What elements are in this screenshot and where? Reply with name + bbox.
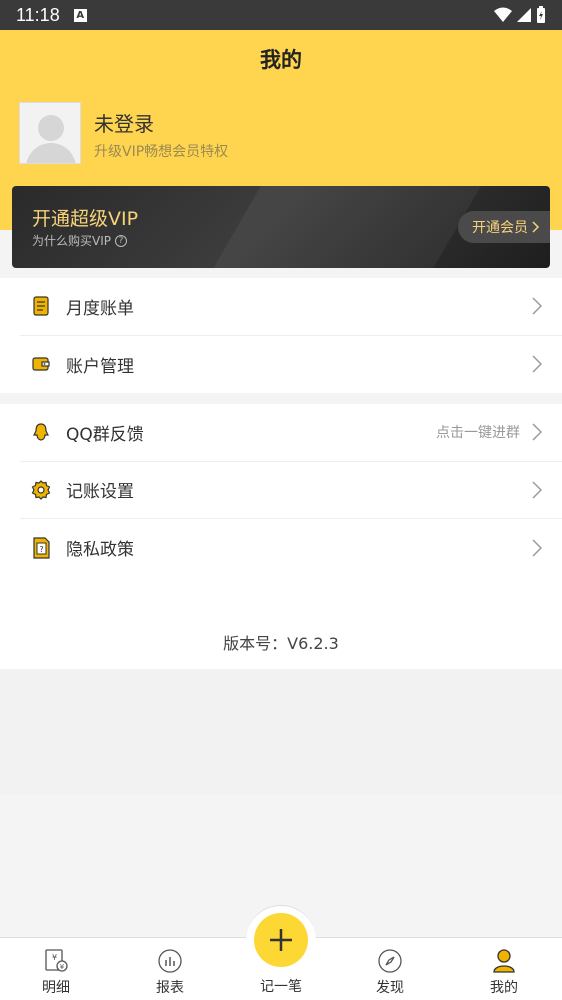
status-bar: 11:18 A: [0, 0, 562, 30]
signal-icon: [517, 8, 531, 22]
tab-label: 报表: [156, 980, 184, 996]
chevron-right-icon: [532, 539, 542, 557]
tab-mine[interactable]: 我的: [464, 938, 544, 1000]
privacy-icon: ?: [30, 537, 52, 559]
content-background: [0, 669, 562, 794]
svg-text:?: ?: [39, 545, 43, 554]
status-icons: [494, 6, 546, 24]
report-icon: [157, 948, 183, 974]
tab-label: 明细: [42, 980, 70, 996]
svg-text:¥: ¥: [60, 963, 65, 971]
chevron-right-icon: [532, 481, 542, 499]
tab-discover[interactable]: 发现: [350, 938, 430, 1000]
user-name[interactable]: 未登录: [94, 108, 154, 137]
add-record-button[interactable]: [254, 913, 308, 967]
menu-item-label: QQ群反馈: [66, 424, 144, 445]
bill-icon: [30, 295, 52, 317]
chevron-right-icon: [532, 297, 542, 315]
menu-item-label: 记账设置: [66, 482, 134, 503]
svg-text:¥: ¥: [52, 953, 57, 962]
menu-item-label: 月度账单: [66, 298, 134, 319]
gear-icon: [30, 479, 52, 501]
user-subtitle: 升级VIP畅想会员特权: [94, 144, 229, 160]
menu-item-monthly-bill[interactable]: 月度账单: [20, 278, 562, 336]
menu-item-bookkeeping-settings[interactable]: 记账设置: [20, 462, 562, 519]
menu-group-account: 月度账单 账户管理: [0, 278, 562, 393]
tab-label: 发现: [376, 980, 404, 996]
compass-icon: [377, 948, 403, 974]
add-record-label: 记一笔: [260, 979, 302, 995]
vip-subtitle[interactable]: 为什么购买VIP ?: [32, 232, 127, 249]
chevron-right-icon: [532, 423, 542, 441]
tab-report[interactable]: 报表: [130, 938, 210, 1000]
qq-icon: [30, 421, 52, 443]
avatar-head-shape: [38, 115, 64, 141]
battery-icon: [537, 6, 545, 23]
vip-card-decoration: [191, 186, 493, 268]
notification-badge: A: [73, 8, 87, 22]
wallet-icon: [30, 353, 52, 375]
avatar[interactable]: [19, 102, 81, 164]
wifi-icon: [494, 7, 512, 22]
open-vip-button[interactable]: 开通会员: [458, 211, 550, 243]
help-icon: ?: [115, 234, 127, 247]
plus-icon: [270, 929, 292, 951]
menu-item-label: 隐私政策: [66, 540, 134, 561]
open-vip-button-label: 开通会员: [472, 220, 528, 236]
menu-item-account-management[interactable]: 账户管理: [20, 336, 562, 394]
menu-item-privacy-policy[interactable]: ? 隐私政策: [20, 519, 562, 577]
chevron-right-icon: [532, 355, 542, 373]
vip-subtitle-text: 为什么购买VIP: [32, 234, 111, 248]
version-label: 版本号：V6.2.3: [223, 634, 339, 653]
qq-join-hint: 点击一键进群: [436, 425, 520, 442]
menu-item-label: 账户管理: [66, 356, 134, 377]
status-time: 11:18: [16, 4, 60, 25]
tab-label: 我的: [490, 980, 518, 996]
vip-title: 开通超级VIP: [32, 208, 139, 230]
detail-icon: ¥ ¥: [43, 948, 69, 974]
vip-card[interactable]: 开通超级VIP 为什么购买VIP ? 开通会员: [12, 186, 550, 268]
tab-detail[interactable]: ¥ ¥ 明细: [16, 938, 96, 1000]
page-title: 我的: [260, 48, 302, 72]
chevron-right-icon: [532, 221, 540, 233]
menu-item-qq-feedback[interactable]: QQ群反馈 点击一键进群: [20, 404, 562, 462]
user-icon: [492, 948, 516, 974]
avatar-body-shape: [26, 143, 76, 163]
